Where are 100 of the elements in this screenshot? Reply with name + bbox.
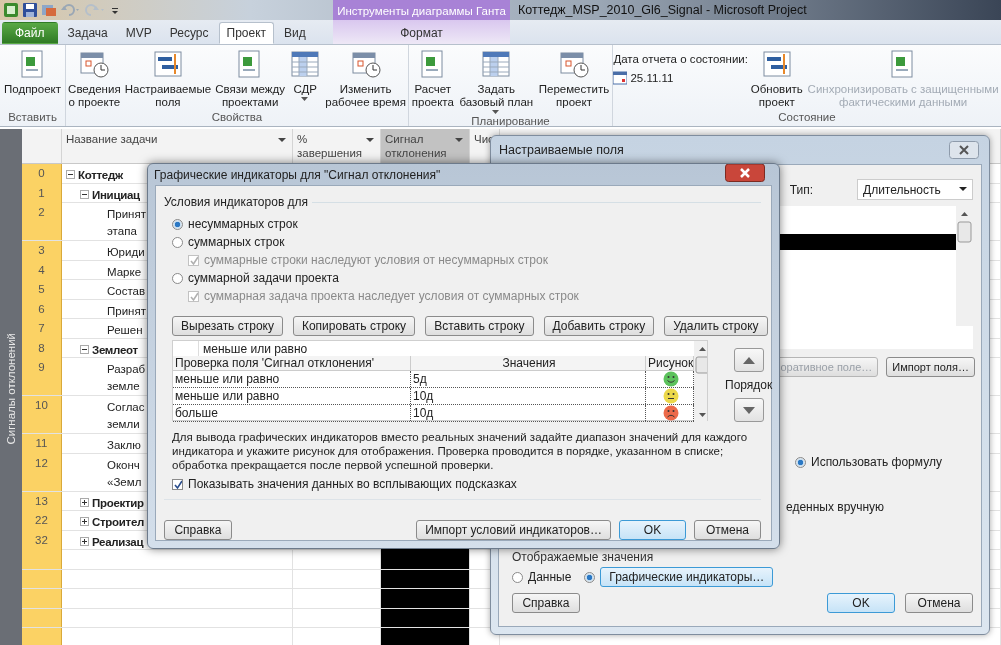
- collapse-icon[interactable]: [66, 170, 75, 179]
- checkbox[interactable]: [172, 478, 183, 490]
- ribbon-tab[interactable]: Вид: [276, 22, 314, 44]
- ribbon-button[interactable]: Расчет проекта: [409, 48, 456, 115]
- order-label: Порядок: [725, 378, 773, 392]
- caret-icon: [959, 187, 967, 192]
- dialog-button[interactable]: Справка: [164, 520, 232, 540]
- row-number: 2: [22, 203, 62, 240]
- task-name: Разраб земле: [107, 362, 146, 394]
- type-dropdown[interactable]: Длительность: [857, 179, 973, 200]
- ribbon-button[interactable]: Обновить проект: [748, 48, 805, 111]
- dialog-button[interactable]: Копировать строку: [292, 316, 416, 336]
- smiley-icon[interactable]: [662, 371, 679, 387]
- dropdown-icon[interactable]: [366, 138, 374, 143]
- expand-icon[interactable]: [80, 536, 89, 546]
- radio-button[interactable]: [512, 571, 523, 583]
- close-button[interactable]: [949, 141, 979, 159]
- dialog-button[interactable]: Отмена: [694, 520, 761, 540]
- save-icon[interactable]: [22, 2, 38, 18]
- ribbon-button[interactable]: Настраиваемые поля: [122, 48, 214, 111]
- ribbon-button[interactable]: Изменить рабочее время: [323, 48, 408, 111]
- dialog-button[interactable]: OK: [619, 520, 686, 540]
- graphical-indicators-button[interactable]: Графические индикаторы…: [600, 567, 774, 587]
- ribbon-button-label: Связи между: [215, 83, 285, 96]
- radio-button[interactable]: [795, 456, 806, 468]
- ribbon-tab[interactable]: Проект: [218, 22, 275, 44]
- sad-face-icon[interactable]: [662, 405, 679, 421]
- ribbon-button[interactable]: Подпроект: [2, 48, 63, 111]
- expand-icon[interactable]: [80, 517, 89, 526]
- down-arrow-icon: [742, 406, 755, 414]
- dialog-button[interactable]: Импорт поля…: [886, 357, 975, 377]
- ribbon-button[interactable]: Задать базовый план: [457, 48, 536, 115]
- ribbon-button-label: Обновить: [750, 83, 803, 96]
- ribbon-button[interactable]: Сведения о проекте: [66, 48, 123, 111]
- dialog-button[interactable]: Вырезать строку: [172, 316, 283, 336]
- move-up-button[interactable]: [733, 348, 764, 372]
- ribbon-tab[interactable]: Ресурс: [161, 22, 217, 44]
- dialog-button[interactable]: Отмена: [905, 593, 973, 613]
- dialog-title: Графические индикаторы для "Сигнал отклонения": [154, 167, 441, 182]
- ribbon-button[interactable]: СДР: [287, 48, 324, 111]
- ribbon-button-label: проекта: [411, 96, 454, 109]
- field-list[interactable]: [779, 206, 973, 349]
- row-number: 1: [22, 183, 62, 204]
- chart-icon: [760, 48, 793, 80]
- dialog-button[interactable]: OK: [827, 593, 895, 613]
- status-date-value[interactable]: 25.11.11: [630, 72, 674, 84]
- task-name: Юриди: [107, 245, 145, 260]
- move-down-button[interactable]: [733, 398, 764, 422]
- expand-icon[interactable]: [80, 497, 89, 507]
- task-name: Проектир: [92, 495, 144, 511]
- row-number: 13: [22, 491, 62, 512]
- dialog-button[interactable]: Справка: [512, 593, 580, 613]
- radio-button[interactable]: [172, 218, 183, 230]
- ribbon-tab[interactable]: Формат: [392, 22, 451, 44]
- task-name: Заклю: [107, 438, 141, 453]
- up-arrow-icon: [742, 356, 755, 364]
- ribbon-tab[interactable]: Файл: [2, 22, 58, 44]
- help-text: Для вывода графических индикаторов вместо реальных значений задайте диапазон значений для каждого индикатора и укажите рисунок для отображения. Проверка проводится в порядке, указанном в списке; обработка прекращается после первой успешной проверки.: [172, 430, 749, 472]
- collapse-icon[interactable]: [80, 344, 89, 354]
- ribbon-button-label: рабочее время: [325, 96, 406, 109]
- dialog-button[interactable]: Вставить строку: [425, 316, 534, 336]
- ribbon-button-label: проект: [556, 96, 592, 109]
- column-header[interactable]: Сигнал отклонения: [381, 129, 470, 163]
- side-panel-label: Сигналы отклонений: [5, 332, 17, 445]
- ribbon-tab[interactable]: MVP: [117, 22, 160, 44]
- row-number: 10: [22, 396, 62, 433]
- dropdown-icon[interactable]: [278, 138, 286, 143]
- checkbox-label: суммарные строки наследуют условия от несуммарных строк: [204, 253, 548, 267]
- ribbon-button[interactable]: Переместить проект: [536, 48, 612, 115]
- table-cell: меньше или равно: [173, 371, 411, 387]
- ribbon-group-label: Вставить: [7, 111, 58, 125]
- group-label: Условия индикаторов для: [164, 195, 309, 209]
- dropdown-icon[interactable]: [455, 138, 463, 143]
- radio-label: Использовать формулу: [811, 455, 942, 469]
- row-number-cell: [22, 628, 62, 645]
- task-name: Решен: [107, 323, 143, 338]
- ribbon-button[interactable]: Связи между проектами: [213, 48, 287, 111]
- radio-button[interactable]: [172, 272, 183, 284]
- checkbox-label: суммарная задача проекта наследует условия от суммарных строк: [204, 289, 579, 303]
- collapse-icon[interactable]: [80, 189, 89, 199]
- calendar-icon: [613, 71, 628, 85]
- app-icon[interactable]: [3, 2, 19, 18]
- ribbon-button-label: Настраиваемые: [124, 83, 212, 96]
- scrollbar[interactable]: [694, 341, 707, 421]
- radio-button[interactable]: [584, 571, 596, 583]
- row-number-cell: [22, 550, 62, 569]
- ribbon-button-label: СДР: [293, 83, 317, 96]
- edit-field[interactable]: меньше или равно: [203, 341, 308, 356]
- table-cell: больше: [173, 405, 411, 421]
- dialog-button[interactable]: Удалить строку: [664, 316, 768, 336]
- status-date-label: Дата отчета о состоянии:: [613, 53, 748, 65]
- neutral-face-icon[interactable]: [662, 388, 679, 404]
- dialog-button[interactable]: Импорт условий индикаторов…: [416, 520, 611, 540]
- dialog-button[interactable]: Добавить строку: [543, 316, 655, 336]
- ribbon-group-label: Состояние: [777, 111, 837, 125]
- ribbon-tab[interactable]: Задача: [59, 22, 116, 44]
- radio-button[interactable]: [172, 236, 183, 248]
- ribbon-button-label: Изменить: [339, 83, 392, 96]
- table-cell: 10д: [411, 405, 646, 421]
- close-button[interactable]: [725, 164, 765, 182]
